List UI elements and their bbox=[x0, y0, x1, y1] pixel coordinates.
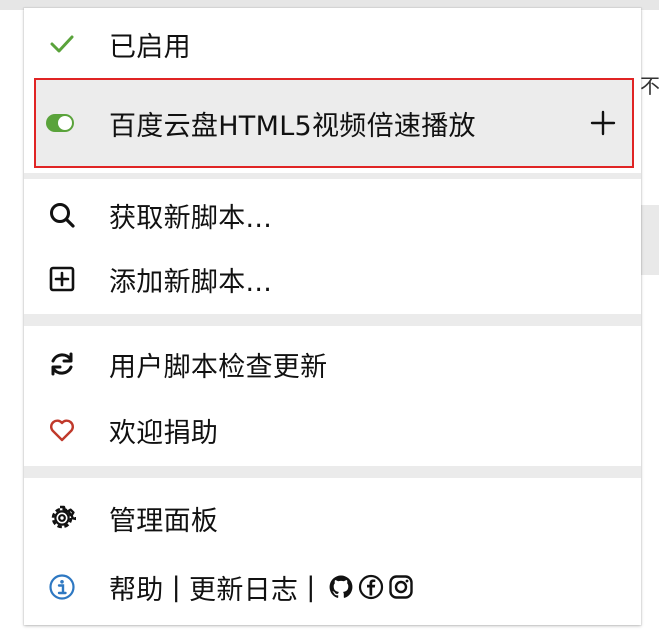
separator: | bbox=[171, 571, 182, 603]
instagram-icon[interactable] bbox=[388, 574, 414, 600]
separator: | bbox=[306, 571, 316, 603]
help-link[interactable]: 帮助 bbox=[109, 568, 164, 607]
plus-square-icon bbox=[48, 265, 76, 293]
refresh-icon bbox=[48, 350, 76, 378]
check-updates-label: 用户脚本检查更新 bbox=[109, 351, 328, 383]
gear-icon bbox=[48, 504, 76, 532]
script-item[interactable]: 百度云盘HTML5视频倍速播放 bbox=[34, 78, 634, 168]
add-new-script-label: 添加新脚本... bbox=[109, 266, 273, 298]
heart-icon bbox=[48, 416, 76, 444]
check-icon bbox=[48, 30, 76, 58]
footer-links: 帮助 | 更新日志 | bbox=[109, 568, 414, 607]
dashboard-label: 管理面板 bbox=[109, 505, 219, 537]
enabled-label: 已启用 bbox=[109, 31, 191, 63]
donate-item[interactable]: 欢迎捐助 bbox=[24, 398, 641, 462]
background-clipped-text: 不 bbox=[640, 74, 659, 98]
script-name: 百度云盘HTML5视频倍速播放 bbox=[109, 110, 476, 142]
check-updates-item[interactable]: 用户脚本检查更新 bbox=[24, 332, 641, 396]
footer-links-item: 帮助 | 更新日志 | bbox=[24, 555, 641, 619]
donate-label: 欢迎捐助 bbox=[109, 417, 219, 449]
github-icon[interactable] bbox=[328, 574, 354, 600]
enabled-toggle-item[interactable]: 已启用 bbox=[24, 12, 641, 76]
search-icon bbox=[48, 201, 76, 229]
menu-section-scripts: 获取新脚本... 添加新脚本... bbox=[24, 179, 641, 314]
menu-section-status: 已启用 百度云盘HTML5视频倍速播放 bbox=[24, 8, 641, 173]
background-band bbox=[641, 205, 659, 275]
social-links bbox=[328, 574, 414, 600]
plus-icon[interactable] bbox=[588, 108, 618, 138]
changelog-link[interactable]: 更新日志 bbox=[189, 568, 298, 607]
info-icon bbox=[48, 573, 76, 601]
add-new-script-item[interactable]: 添加新脚本... bbox=[24, 247, 641, 311]
get-new-scripts-item[interactable]: 获取新脚本... bbox=[24, 183, 641, 247]
menu-section-footer: 管理面板 帮助 | 更新日志 | bbox=[24, 478, 641, 625]
toggle-on-icon[interactable] bbox=[46, 109, 74, 137]
menu-section-extras: 用户脚本检查更新 欢迎捐助 bbox=[24, 326, 641, 466]
facebook-icon[interactable] bbox=[358, 574, 384, 600]
tampermonkey-popup-menu: 已启用 百度云盘HTML5视频倍速播放 获取新脚本... 添加新脚本... 用户… bbox=[24, 8, 641, 625]
get-new-scripts-label: 获取新脚本... bbox=[109, 202, 273, 234]
dashboard-item[interactable]: 管理面板 bbox=[24, 486, 641, 550]
